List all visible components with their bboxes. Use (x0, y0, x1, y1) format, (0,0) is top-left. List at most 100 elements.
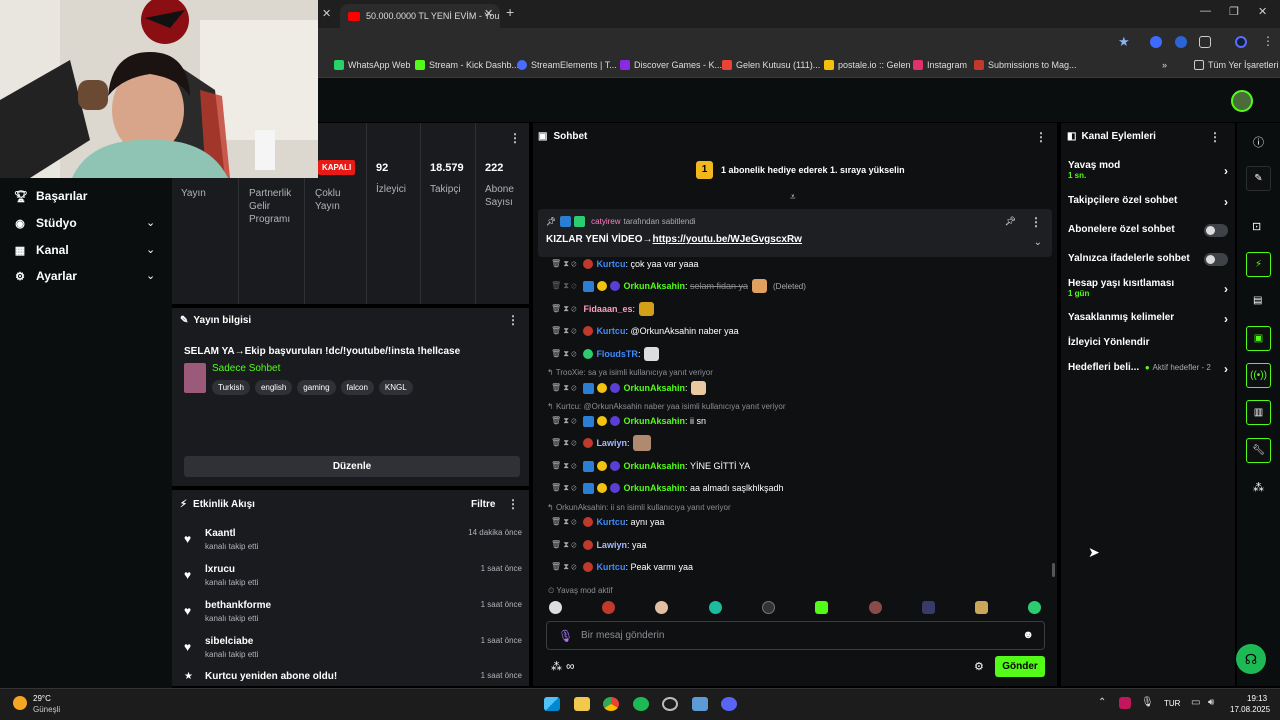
chat-settings-icon[interactable]: ⚙ (974, 660, 984, 673)
chrome-icon[interactable] (603, 697, 619, 711)
close-window-button[interactable]: ✕ (1258, 5, 1267, 18)
app-icon[interactable] (692, 697, 708, 711)
chat-message[interactable]: 🗑︎ ⧗ ⊘ Kurtcu: aynı yaa (551, 515, 664, 529)
chat-message[interactable]: 🗑︎ ⧗ ⊘ Fidaaan_es: (551, 302, 654, 316)
community-icon[interactable]: ⁂ (1253, 481, 1264, 494)
goals-row[interactable]: Hedefleri beli... ● Aktif hedefler - 2 › (1068, 362, 1228, 376)
chat-input[interactable]: 🎙︎ Bir mesaj gönderin ☻ (546, 621, 1045, 650)
bookmark-item[interactable]: postale.io :: Gelen (824, 60, 911, 70)
windows-start-icon[interactable] (544, 697, 560, 711)
minimize-button[interactable]: — (1200, 5, 1211, 17)
extension-icon[interactable] (1150, 36, 1162, 48)
category-link[interactable]: Sadece Sohbet (212, 363, 280, 374)
close-tab-icon[interactable]: ✕ (322, 7, 331, 20)
microphone-icon[interactable]: 🎙︎ (1141, 697, 1154, 708)
bookmark-item[interactable]: Instagram (913, 60, 967, 70)
edit-tool-button[interactable]: ✎ (1246, 166, 1271, 191)
subscribers-only-toggle[interactable] (1204, 224, 1228, 237)
tag[interactable]: falcon (340, 380, 374, 395)
chat-message[interactable]: 🗑︎ ⧗ ⊘ OrkunAksahin: aa almadı saşlkhlkşa… (551, 481, 784, 495)
account-age-row[interactable]: Hesap yaşı kısıtlaması 1 gün › (1068, 278, 1228, 302)
bookmark-item[interactable]: StreamElements | T... (517, 60, 617, 70)
category-thumbnail[interactable] (184, 363, 206, 393)
more-options-icon[interactable]: ⋮ (1035, 130, 1047, 144)
pinned-link[interactable]: https://youtu.be/WJeGvgscxRw (653, 234, 802, 245)
file-explorer-icon[interactable] (574, 697, 590, 711)
slow-mode-row[interactable]: Yavaş mod 1 sn. › (1068, 160, 1228, 184)
emote-quick-button[interactable] (1028, 601, 1041, 614)
sidebar-item-achievements[interactable]: 🏆︎ Başarılar (14, 189, 87, 203)
emoji-icon[interactable]: ☻ (1022, 629, 1034, 641)
sidebar-item-studio[interactable]: ◉ Stüdyo (14, 216, 76, 230)
chat-message[interactable]: 🗑︎ ⧗ ⊘ Lawiyn: yaa (551, 538, 646, 552)
chat-message[interactable]: 🗑︎ ⧗ ⊘ Kurtcu: @OrkunAksahin naber yaa (551, 324, 739, 338)
edit-button[interactable]: Düzenle (184, 456, 520, 477)
emote-quick-button[interactable] (549, 601, 562, 614)
tray-app-icon[interactable] (1119, 697, 1131, 709)
browser-tab-active[interactable]: 50.000.0000 TL YENİ EVİM - You (340, 4, 500, 28)
support-headset-icon[interactable]: ☊ (1236, 644, 1266, 674)
sidebar-item-settings[interactable]: ⚙ Ayarlar (14, 269, 77, 283)
close-tab-icon[interactable]: ✕ (484, 7, 493, 20)
extension-icon[interactable] (1175, 36, 1187, 48)
quick-action-button[interactable]: ⚡︎ (1246, 252, 1271, 277)
maximize-button[interactable]: ❐ (1229, 5, 1239, 18)
app-icon[interactable] (662, 697, 678, 711)
emote-quick-button[interactable] (655, 601, 668, 614)
bookmark-item[interactable]: Stream - Kick Dashb... (415, 60, 519, 70)
document-icon[interactable]: ▤ (1253, 295, 1262, 306)
sidebar-item-channel[interactable]: ▦ Kanal (14, 243, 69, 257)
microphone-icon[interactable]: 🎙︎ (558, 629, 573, 643)
chat-message[interactable]: 🗑︎ ⧗ ⊘ OrkunAksahin: (551, 381, 707, 395)
tag[interactable]: KNGL (378, 380, 413, 395)
menu-icon[interactable]: ⋮ (1262, 34, 1274, 48)
language-indicator[interactable]: TUR (1164, 699, 1180, 708)
chat-message[interactable]: 🗑︎ ⧗ ⊘ FloudsTR: (551, 347, 660, 361)
emote-only-toggle[interactable] (1204, 253, 1228, 266)
tag[interactable]: Turkish (212, 380, 250, 395)
monitor-icon[interactable]: ▭ (1191, 697, 1200, 708)
info-icon[interactable]: ⓘ (1253, 134, 1264, 150)
emote-quick-button[interactable] (815, 601, 828, 614)
profile-icon[interactable] (1235, 36, 1247, 48)
emote-quick-button[interactable] (869, 601, 882, 614)
tools-button[interactable]: 🔧︎ (1246, 438, 1271, 463)
user-avatar[interactable] (1231, 90, 1253, 112)
chat-message[interactable]: 🗑︎ ⧗ ⊘ Lawiyn: (551, 435, 652, 451)
broadcast-button[interactable]: ((•)) (1246, 363, 1271, 388)
layout-button[interactable]: ▥ (1246, 400, 1271, 425)
clock-time[interactable]: 19:13 (1247, 694, 1267, 703)
community-icon[interactable]: ⁂ (551, 660, 562, 673)
bookmark-item[interactable]: Gelen Kutusu (111)... (722, 60, 820, 70)
chat-message[interactable]: 🗑︎ ⧗ ⊘ OrkunAksahin: ii sn (551, 414, 706, 428)
emote-quick-button[interactable] (975, 601, 988, 614)
chat-message[interactable]: 🗑︎ ⧗ ⊘ OrkunAksahin: selam fidan ya (Delet… (551, 279, 806, 293)
extensions-puzzle-icon[interactable] (1199, 36, 1211, 48)
bookmark-star-icon[interactable]: ★ (1118, 34, 1130, 50)
collapse-icon[interactable]: ⩡ (790, 192, 796, 203)
chevron-down-icon[interactable]: ⌄ (146, 243, 155, 256)
chevron-down-icon[interactable]: ⌄ (146, 216, 155, 229)
bookmark-item[interactable]: Discover Games - K... (620, 60, 722, 70)
followers-chat-row[interactable]: Takipçilere özel sohbet › (1068, 195, 1228, 209)
chat-tool-button[interactable]: ▣ (1246, 326, 1271, 351)
gift-banner[interactable]: 1 1 abonelik hediye ederek 1. sıraya yük… (696, 161, 905, 179)
weather-temp[interactable]: 29°C (33, 694, 51, 703)
emote-quick-button[interactable] (762, 601, 775, 614)
chevron-down-icon[interactable]: ⌄ (1034, 237, 1042, 248)
more-options-icon[interactable]: ⋮ (1030, 215, 1042, 229)
chat-message[interactable]: 🗑︎ ⧗ ⊘ OrkunAksahin: YİNE GİTTİ YA (551, 459, 750, 473)
discord-icon[interactable] (721, 697, 737, 711)
more-options-icon[interactable]: ⋮ (507, 313, 519, 327)
more-bookmarks-icon[interactable]: » (1162, 60, 1167, 70)
more-options-icon[interactable]: ⋮ (507, 497, 519, 511)
bookmark-item[interactable]: Submissions to Mag... (974, 60, 1077, 70)
spotify-icon[interactable] (633, 697, 649, 711)
chevron-up-icon[interactable]: ⌃ (1098, 697, 1106, 708)
chat-message[interactable]: 🗑︎ ⧗ ⊘ Kurtcu: çok yaa var yaaa (551, 257, 699, 271)
banned-words-row[interactable]: Yasaklanmış kelimeler › (1068, 312, 1228, 326)
filter-button[interactable]: Filtre (471, 499, 495, 510)
infinity-icon[interactable]: ∞ (566, 659, 575, 673)
emote-quick-button[interactable] (922, 601, 935, 614)
redirect-viewers-row[interactable]: İzleyici Yönlendir (1068, 337, 1228, 348)
